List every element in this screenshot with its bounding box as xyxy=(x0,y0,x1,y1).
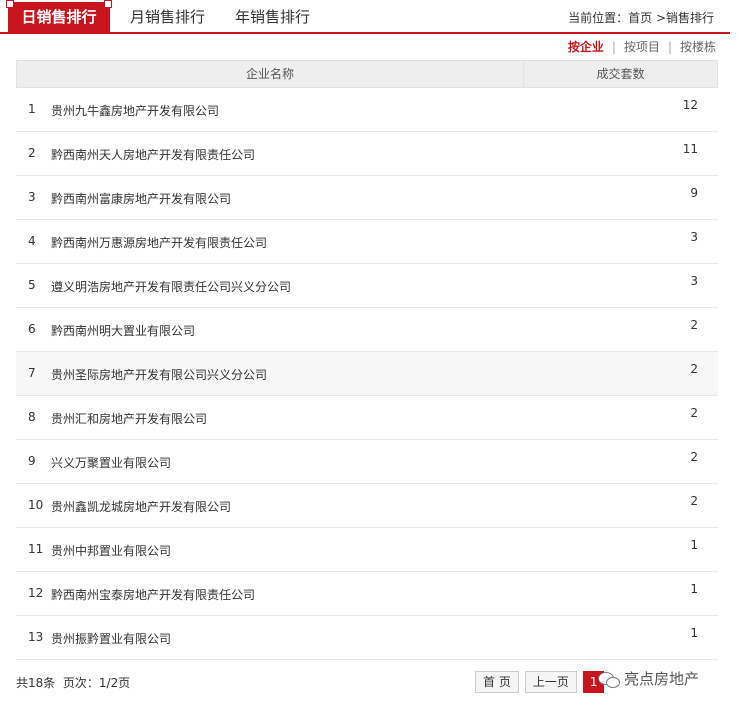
sort-separator: | xyxy=(667,40,672,54)
table-row: 12 黔西南州宝泰房地产开发有限责任公司 1 xyxy=(16,572,718,616)
table-row: 3 黔西南州富康房地产开发有限公司 9 xyxy=(16,176,718,220)
tab-daily-sales[interactable]: 日销售排行 xyxy=(6,0,112,32)
table-body: 1 贵州九牛鑫房地产开发有限公司 12 2 黔西南州天人房地产开发有限责任公司 11 3 黔西… xyxy=(16,88,718,660)
sales-ranking-table: 企业名称 成交套数 1 贵州九牛鑫房地产开发有限公司 12 2 黔西南州天人房地产开发有… xyxy=(16,60,718,660)
company-name: 贵州圣际房地产开发有限公司兴义分公司 xyxy=(51,368,268,382)
wechat-icon xyxy=(598,670,620,688)
tab-yearly-sales[interactable]: 年销售排行 xyxy=(235,2,310,32)
deal-count: 12 xyxy=(682,98,698,112)
deal-count: 1 xyxy=(690,626,698,640)
table-row: 9 兴义万聚置业有限公司 2 xyxy=(16,440,718,484)
company-name: 贵州汇和房地产开发有限公司 xyxy=(51,412,208,426)
tab-daily-sales-label: 日销售排行 xyxy=(21,8,97,26)
tab-bar: 日销售排行 月销售排行 年销售排行 当前位置：首页 >销售排行 xyxy=(0,0,730,34)
deal-count: 2 xyxy=(690,362,698,376)
table-row: 6 黔西南州明大置业有限公司 2 xyxy=(16,308,718,352)
rank-number: 9 xyxy=(28,454,36,468)
table-row: 11 贵州中邦置业有限公司 1 xyxy=(16,528,718,572)
table-row: 2 黔西南州天人房地产开发有限责任公司 11 xyxy=(16,132,718,176)
deal-count: 2 xyxy=(690,450,698,464)
rank-number: 10 xyxy=(28,498,44,512)
header-company-name: 企业名称 xyxy=(17,61,524,87)
company-name: 黔西南州万惠源房地产开发有限责任公司 xyxy=(51,236,268,250)
company-name: 黔西南州天人房地产开发有限责任公司 xyxy=(51,148,256,162)
breadcrumb: 当前位置：首页 >销售排行 xyxy=(568,11,714,25)
sort-options: 按企业 | 按项目 | 按楼栋 xyxy=(568,38,716,55)
deal-count: 2 xyxy=(690,406,698,420)
rank-number: 4 xyxy=(28,234,36,248)
deal-count: 3 xyxy=(690,274,698,288)
rank-number: 13 xyxy=(28,630,44,644)
company-name: 贵州鑫凯龙城房地产开发有限公司 xyxy=(51,500,232,514)
header-deal-count: 成交套数 xyxy=(596,67,645,81)
table-row: 5 遵义明浩房地产开发有限责任公司兴义分公司 3 xyxy=(16,264,718,308)
tab-monthly-sales[interactable]: 月销售排行 xyxy=(130,2,205,32)
watermark: 亮点房地产 xyxy=(598,668,699,689)
watermark-text: 亮点房地产 xyxy=(624,670,700,688)
deal-count: 3 xyxy=(690,230,698,244)
company-name: 黔西南州富康房地产开发有限公司 xyxy=(51,192,232,206)
page-indicator: 页次：1/2页 xyxy=(62,676,131,690)
rank-number: 7 xyxy=(28,366,36,380)
table-row: 7 贵州圣际房地产开发有限公司兴义分公司 2 xyxy=(16,352,718,396)
company-name: 兴义万聚置业有限公司 xyxy=(51,456,172,470)
company-name: 黔西南州宝泰房地产开发有限责任公司 xyxy=(51,588,256,602)
sort-by-company-link[interactable]: 按企业 xyxy=(568,40,604,54)
pagination-info: 共18条 页次：1/2页 xyxy=(16,674,130,691)
prev-page-button[interactable]: 上一页 xyxy=(524,671,577,693)
rank-number: 11 xyxy=(28,542,44,556)
company-name: 贵州中邦置业有限公司 xyxy=(51,544,172,558)
pager: 首 页 上一页 1 xyxy=(475,671,605,693)
rank-number: 8 xyxy=(28,410,36,424)
tab-corner-right xyxy=(104,0,112,8)
rank-number: 2 xyxy=(28,146,36,160)
rank-number: 3 xyxy=(28,190,36,204)
tab-corner-left xyxy=(6,0,14,8)
table-row: 4 黔西南州万惠源房地产开发有限责任公司 3 xyxy=(16,220,718,264)
rank-number: 12 xyxy=(28,586,44,600)
sort-by-project-link[interactable]: 按项目 xyxy=(624,40,660,54)
rank-number: 1 xyxy=(28,102,36,116)
table-row: 8 贵州汇和房地产开发有限公司 2 xyxy=(16,396,718,440)
sort-separator: | xyxy=(611,40,616,54)
table-row: 13 贵州振黔置业有限公司 1 xyxy=(16,616,718,660)
deal-count: 9 xyxy=(690,186,698,200)
deal-count: 2 xyxy=(690,494,698,508)
first-page-button[interactable]: 首 页 xyxy=(475,671,519,693)
company-name: 遵义明浩房地产开发有限责任公司兴义分公司 xyxy=(51,280,292,294)
deal-count: 11 xyxy=(682,142,698,156)
table-row: 1 贵州九牛鑫房地产开发有限公司 12 xyxy=(16,88,718,132)
company-name: 贵州九牛鑫房地产开发有限公司 xyxy=(51,104,220,118)
deal-count: 1 xyxy=(690,582,698,596)
deal-count: 1 xyxy=(690,538,698,552)
deal-count: 2 xyxy=(690,318,698,332)
rank-number: 5 xyxy=(28,278,36,292)
table-header: 企业名称 成交套数 xyxy=(16,60,718,88)
total-count: 共18条 xyxy=(16,676,56,690)
company-name: 黔西南州明大置业有限公司 xyxy=(51,324,196,338)
sort-by-building-link[interactable]: 按楼栋 xyxy=(680,40,716,54)
company-name: 贵州振黔置业有限公司 xyxy=(51,632,172,646)
rank-number: 6 xyxy=(28,322,36,336)
table-row: 10 贵州鑫凯龙城房地产开发有限公司 2 xyxy=(16,484,718,528)
